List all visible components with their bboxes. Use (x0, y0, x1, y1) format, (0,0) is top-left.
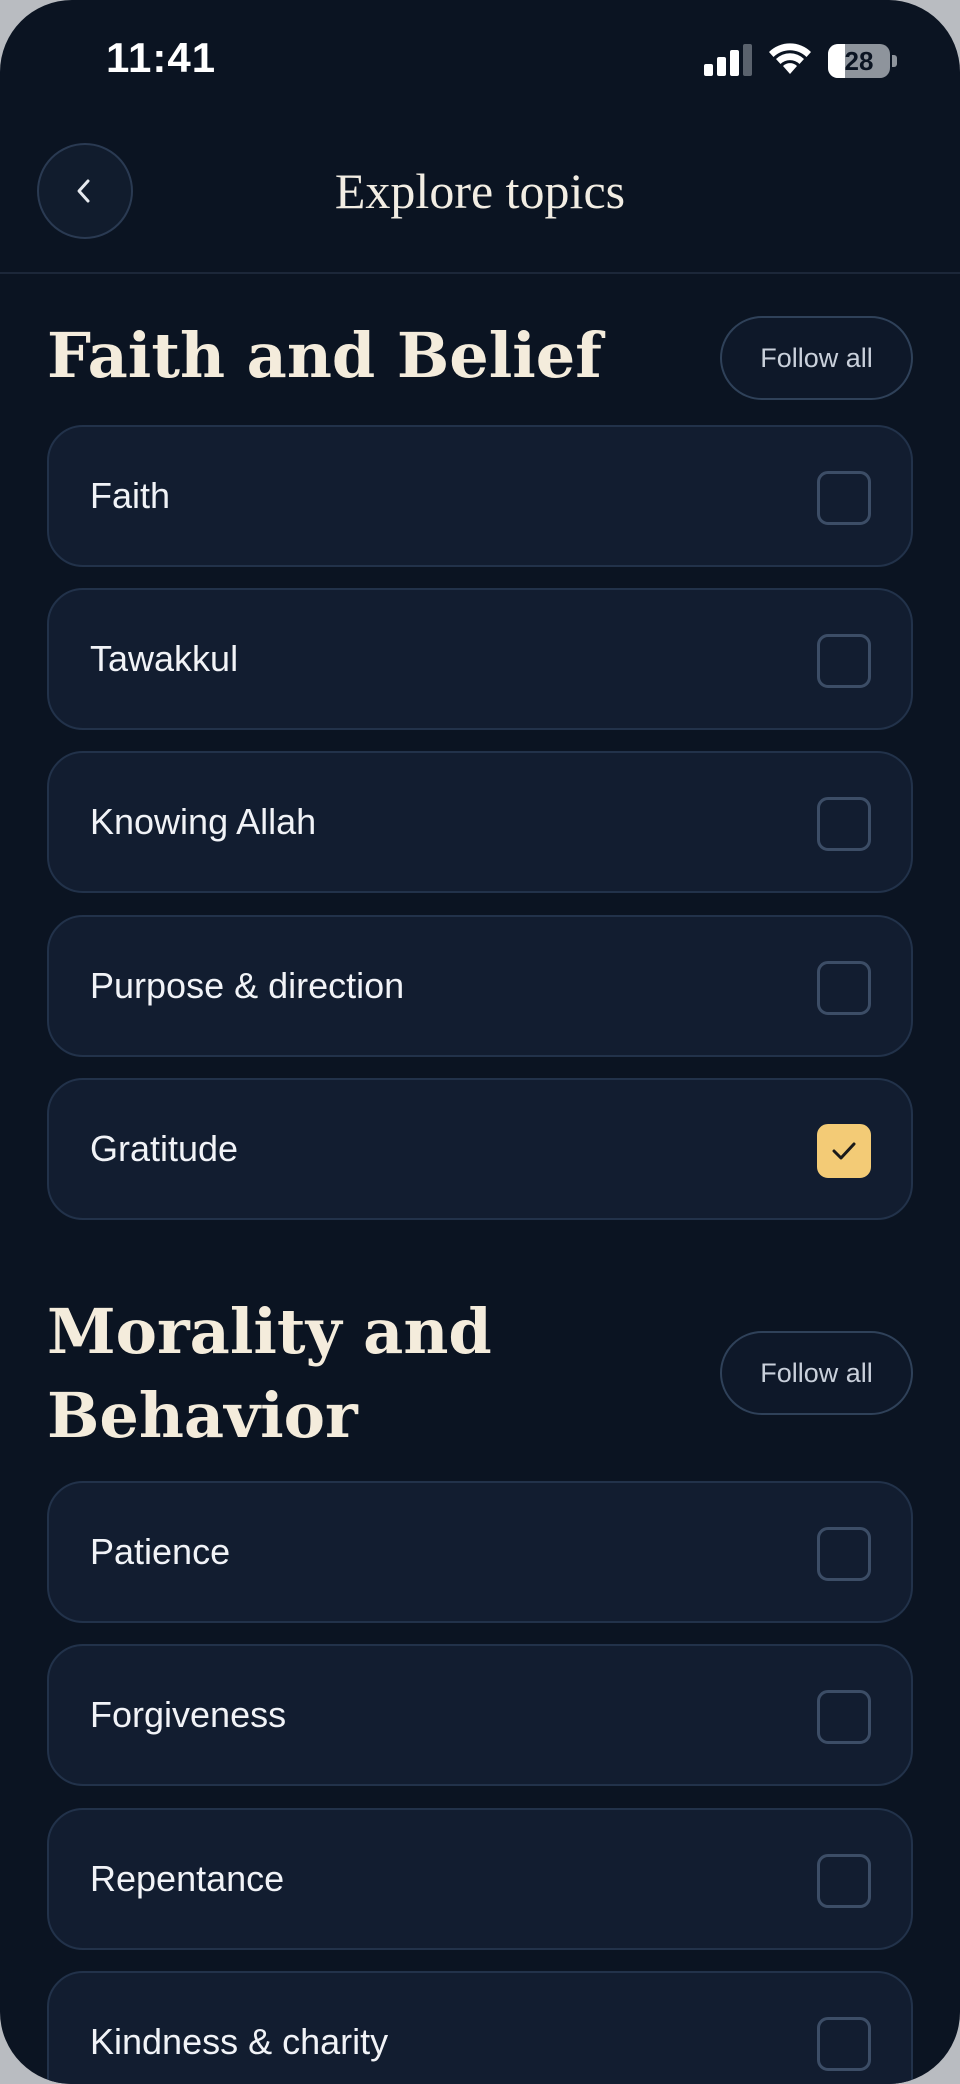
checkmark-icon (832, 1142, 856, 1160)
topic-label: Gratitude (90, 1128, 239, 1169)
topic-row-patience[interactable]: Patience (47, 1481, 913, 1623)
topic-checkbox[interactable] (817, 797, 871, 851)
cellular-signal-icon (704, 44, 752, 76)
phone-screen: 11:41 28 Explore topics Faith and Belief… (0, 0, 960, 2084)
topic-row-repentance[interactable]: Repentance (47, 1808, 913, 1950)
topic-checkbox[interactable] (817, 471, 871, 525)
topic-label: Patience (90, 1531, 231, 1572)
topic-label: Knowing Allah (90, 801, 317, 842)
topic-checkbox[interactable] (817, 1690, 871, 1744)
battery-body: 28 (828, 44, 890, 78)
topic-checkbox[interactable] (817, 634, 871, 688)
topic-checkbox[interactable] (817, 1854, 871, 1908)
battery-icon: 28 (828, 44, 898, 78)
topic-checkbox[interactable] (817, 2017, 871, 2071)
battery-cap (892, 55, 897, 67)
status-bar: 11:41 28 (0, 0, 960, 120)
wifi-icon (769, 43, 811, 74)
topic-checkbox[interactable] (817, 1124, 871, 1178)
section-title-morality-and-behavior: Morality and Behavior (47, 1295, 492, 1452)
topic-row-gratitude[interactable]: Gratitude (47, 1078, 913, 1220)
battery-percent: 28 (844, 46, 874, 76)
topic-label: Kindness & charity (90, 2021, 389, 2062)
topic-label: Forgiveness (90, 1694, 287, 1735)
follow-all-button[interactable]: Follow all (720, 316, 913, 400)
page-title: Explore topics (334, 163, 626, 219)
topic-row-kindness-charity[interactable]: Kindness & charity (47, 1971, 913, 2084)
topic-row-tawakkul[interactable]: Tawakkul (47, 588, 913, 730)
header: Explore topics (0, 120, 960, 274)
topic-row-knowing-allah[interactable]: Knowing Allah (47, 751, 913, 893)
topic-label: Repentance (90, 1858, 285, 1899)
section-title-faith-and-belief: Faith and Belief (47, 319, 602, 392)
follow-all-button[interactable]: Follow all (720, 1331, 913, 1415)
topic-row-forgiveness[interactable]: Forgiveness (47, 1644, 913, 1786)
topic-checkbox[interactable] (817, 1527, 871, 1581)
topic-label: Faith (90, 475, 171, 516)
topic-row-purpose-direction[interactable]: Purpose & direction (47, 915, 913, 1057)
status-time: 11:41 (106, 34, 217, 81)
topic-checkbox[interactable] (817, 961, 871, 1015)
topic-label: Purpose & direction (90, 965, 405, 1006)
topic-row-faith[interactable]: Faith (47, 425, 913, 567)
topic-label: Tawakkul (90, 638, 239, 679)
